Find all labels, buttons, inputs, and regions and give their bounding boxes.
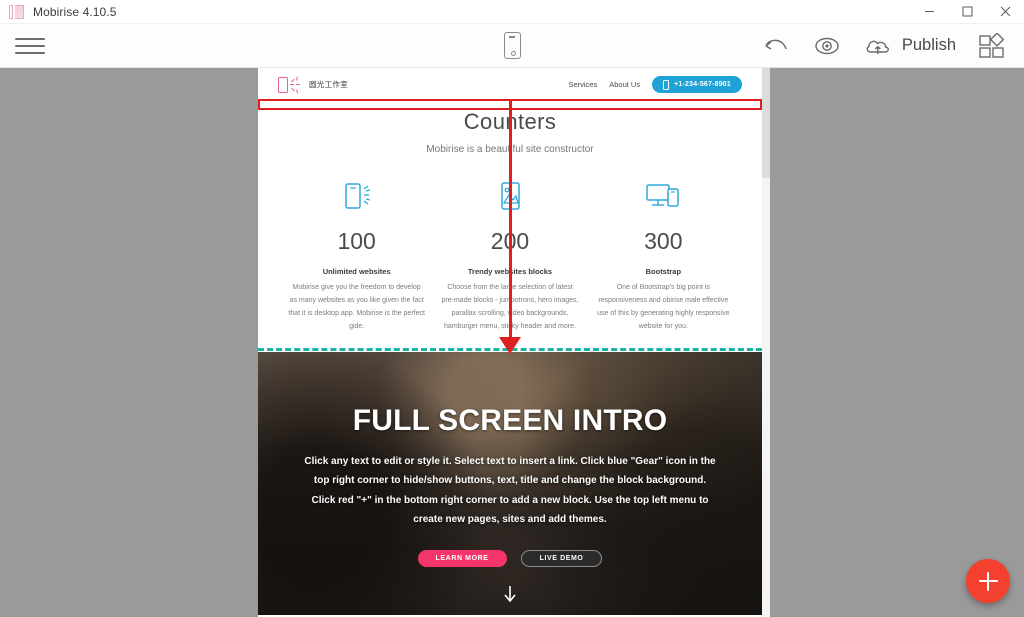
drag-arrow-down-icon xyxy=(499,337,521,354)
counter-description: Mobirise give you the freedom to develop… xyxy=(288,284,425,330)
desktop-mobile-icon xyxy=(595,177,732,215)
canvas-scrollbar[interactable] xyxy=(762,68,770,617)
site-brand-label: 圆光工作室 xyxy=(309,80,348,89)
title-bar: Mobirise 4.10.5 xyxy=(0,0,1024,24)
canvas-scrollbar-thumb[interactable] xyxy=(762,68,770,178)
nav-link-services[interactable]: Services xyxy=(568,80,597,89)
hero-block[interactable]: FULL SCREEN INTRO Click any text to edit… xyxy=(258,351,762,615)
device-preview-switcher xyxy=(0,32,1024,59)
hero-paragraph: Click any text to edit or style it. Sele… xyxy=(304,455,716,526)
hero-heading: FULL SCREEN INTRO xyxy=(352,403,668,437)
nav-phone-label: +1-234-567-8901 xyxy=(674,81,731,88)
mobile-device-icon[interactable] xyxy=(503,32,521,59)
counter-item[interactable]: 300 Bootstrap One of Bootstrap's big poi… xyxy=(587,177,740,334)
add-block-button[interactable] xyxy=(966,559,1010,603)
maximize-icon[interactable] xyxy=(948,0,986,24)
live-demo-button[interactable]: LIVE DEMO xyxy=(520,549,603,567)
counter-caption: Bootstrap xyxy=(645,267,682,276)
mobirise-app-window: Mobirise 4.10.5 Publish 圆光工作室 Services A… xyxy=(0,0,1024,617)
nav-link-about-us[interactable]: About Us xyxy=(609,80,640,89)
site-brand[interactable]: 圆光工作室 xyxy=(278,76,348,94)
close-icon[interactable] xyxy=(986,0,1024,24)
counter-number: 300 xyxy=(644,228,683,254)
counter-number: 100 xyxy=(337,228,376,254)
window-title: Mobirise 4.10.5 xyxy=(33,4,117,19)
site-nav-links: Services About Us +1-234-567-8901 xyxy=(568,76,742,93)
phone-sun-icon xyxy=(288,177,425,215)
minimize-icon[interactable] xyxy=(910,0,948,24)
mobirise-logo-icon xyxy=(9,4,25,19)
editor-toolbar: Publish xyxy=(0,24,1024,68)
nav-phone-button[interactable]: +1-234-567-8901 xyxy=(652,76,742,93)
hero-buttons: LEARN MORE LIVE DEMO xyxy=(304,549,716,567)
counter-description: One of Bootstrap's big point is responsi… xyxy=(597,284,730,330)
drag-guide-line xyxy=(509,100,512,344)
scroll-down-arrow-icon[interactable] xyxy=(258,584,762,609)
learn-more-button[interactable]: LEARN MORE xyxy=(417,549,507,567)
hero-content: FULL SCREEN INTRO Click any text to edit… xyxy=(258,352,762,567)
phone-sun-logo-icon xyxy=(278,76,302,94)
counter-caption: Unlimited websites xyxy=(322,267,391,276)
phone-icon xyxy=(663,79,670,90)
window-controls xyxy=(910,0,1024,24)
counter-item[interactable]: 100 Unlimited websites Mobirise give you… xyxy=(280,177,433,334)
site-navbar[interactable]: 圆光工作室 Services About Us +1-234-567-8901 xyxy=(258,68,762,101)
